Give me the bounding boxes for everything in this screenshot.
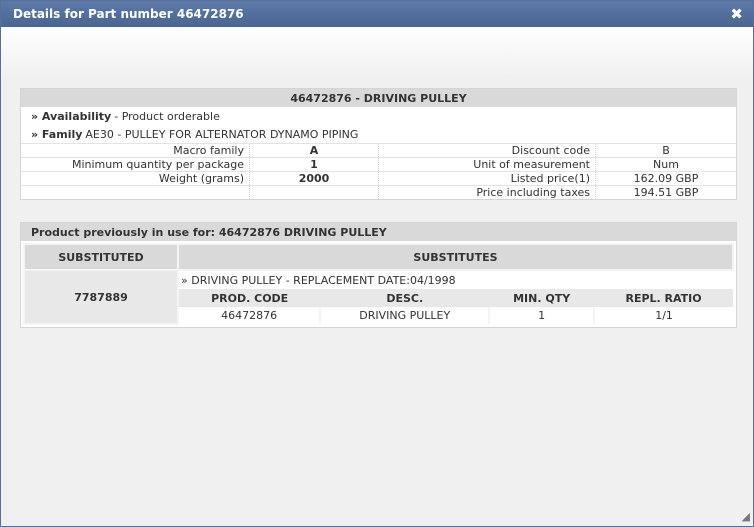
sub-prod-code[interactable]: 46472876 — [176, 307, 321, 324]
attr-label: Unit of measurement — [378, 157, 596, 172]
attr-label: Listed price(1) — [378, 171, 596, 186]
family-label: » Family — [31, 127, 83, 141]
attr-value: 1 — [249, 157, 379, 172]
sub-desc: DRIVING PULLEY — [319, 307, 490, 324]
substitution-table: SUBSTITUTED SUBSTITUTES 7787889 » DRIVIN… — [23, 243, 734, 325]
col-substitutes: SUBSTITUTES — [177, 243, 734, 271]
replacement-line: » DRIVING PULLEY - REPLACEMENT DATE:04/1… — [178, 270, 733, 289]
resize-grip-icon[interactable]: ◢ — [742, 510, 750, 523]
part-attributes-table: Macro family A Discount code B Minimum q… — [21, 143, 736, 199]
family-value: AE30 - PULLEY FOR ALTERNATOR DYNAMO PIPI… — [85, 127, 359, 141]
dialog-titlebar[interactable]: Details for Part number 46472876 ✖ — [1, 1, 753, 27]
attr-row: Minimum quantity per package 1 Unit of m… — [21, 157, 736, 172]
attr-value: B — [595, 143, 736, 158]
attr-label: Weight (grams) — [21, 171, 250, 186]
attr-label: Minimum quantity per package — [21, 157, 250, 172]
substitution-header: Product previously in use for: 46472876 … — [21, 223, 736, 241]
attr-label — [21, 185, 250, 199]
attr-value: Num — [595, 157, 736, 172]
dialog-title: Details for Part number 46472876 — [13, 7, 244, 21]
attr-label: Macro family — [21, 143, 250, 158]
availability-line: » Availability - Product orderable — [21, 107, 736, 125]
attr-row: Price including taxes 194.51 GBP — [21, 185, 736, 199]
sub-header-min-qty: MIN. QTY — [489, 289, 595, 307]
attr-row: Weight (grams) 2000 Listed price(1) 162.… — [21, 171, 736, 186]
family-line: » Family AE30 - PULLEY FOR ALTERNATOR DY… — [21, 125, 736, 143]
part-details-panel: 46472876 - DRIVING PULLEY » Availability… — [20, 88, 737, 200]
attr-value: 194.51 GBP — [595, 185, 736, 199]
attr-value: A — [249, 143, 379, 158]
col-substituted: SUBSTITUTED — [23, 243, 179, 271]
attr-label: Price including taxes — [378, 185, 596, 199]
close-icon[interactable]: ✖ — [730, 4, 743, 24]
sub-header-repl-ratio: REPL. RATIO — [594, 289, 733, 307]
availability-label: » Availability — [31, 109, 112, 123]
sub-repl-ratio: 1/1 — [593, 307, 733, 324]
header-spacer — [1, 27, 753, 77]
sub-header-prod-code: PROD. CODE — [178, 289, 321, 307]
substituted-code: 7787889 — [23, 269, 179, 325]
availability-value: - Product orderable — [114, 109, 220, 123]
attr-value — [249, 185, 379, 199]
sub-header-desc: DESC. — [320, 289, 490, 307]
sub-min-qty: 1 — [488, 307, 595, 324]
part-details-dialog: Details for Part number 46472876 ✖ 46472… — [0, 0, 754, 527]
attr-row: Macro family A Discount code B — [21, 143, 736, 158]
attr-value: 162.09 GBP — [595, 171, 736, 186]
attr-label: Discount code — [378, 143, 596, 158]
part-details-header: 46472876 - DRIVING PULLEY — [21, 89, 736, 107]
attr-value: 2000 — [249, 171, 379, 186]
substitution-panel: Product previously in use for: 46472876 … — [20, 222, 737, 328]
